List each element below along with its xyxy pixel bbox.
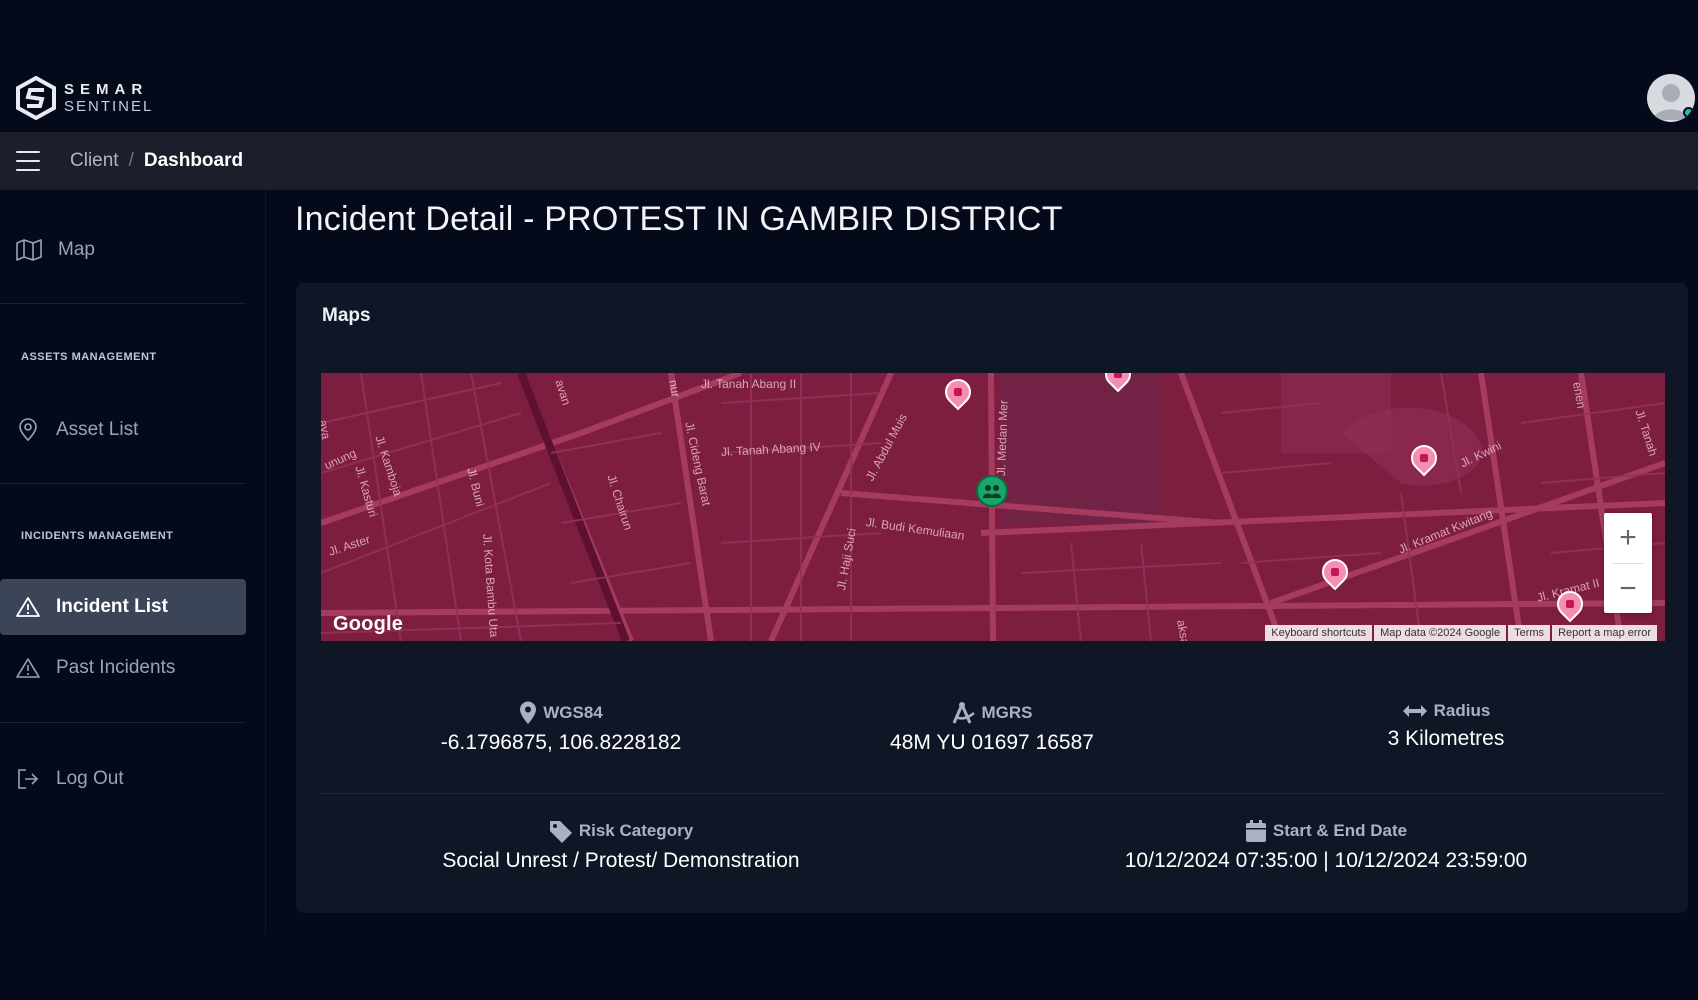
sidebar-divider [0,303,246,304]
breadcrumb-bar: Client / Dashboard [0,132,1698,190]
breadcrumb-client[interactable]: Client [70,150,119,172]
sidebar-item-label: Log Out [56,768,124,789]
logout-icon [18,769,39,789]
mgrs-value: 48M YU 01697 16587 [890,731,1094,754]
warning-icon [16,597,40,617]
breadcrumb-separator: / [128,150,134,171]
wgs84-label: WGS84 [543,703,603,722]
sidebar-item-incident-list[interactable]: Incident List [0,579,246,635]
radius-info: Radius 3 Kilometres [1241,701,1651,751]
calendar-icon [1245,820,1266,842]
date-range-label: Start & End Date [1272,821,1408,840]
map-attribution: Keyboard shortcuts Map data ©2024 Google… [1265,625,1657,641]
sidebar-divider [0,483,246,484]
page-title: Incident Detail - PROTEST IN GAMBIR DIST… [295,200,1063,238]
protest-group-icon [983,485,1001,498]
street-label: Jl. Tanah Abang II [701,377,797,391]
keyboard-shortcuts-link[interactable]: Keyboard shortcuts [1265,625,1373,641]
wgs84-info: WGS84 -6.1796875, 106.8228182 [356,701,766,755]
risk-category-info: Risk Category Social Unrest / Protest/ D… [396,819,846,873]
map-data-label: Map data ©2024 Google [1374,625,1507,641]
breadcrumb: Client / Dashboard [70,150,243,172]
breadcrumb-dashboard: Dashboard [143,150,244,171]
sidebar-item-label: Map [58,239,95,260]
location-pin-icon [19,418,37,442]
top-bar: SEMAR SENTINEL [0,0,1698,132]
app-logo[interactable]: SEMAR SENTINEL [16,76,153,120]
radius-label: Radius [1433,701,1491,720]
risk-category-value: Social Unrest / Protest/ Demonstration [442,849,800,872]
section-assets-management: ASSETS MANAGEMENT [21,351,157,363]
logo-mark-icon [16,76,56,120]
online-status-icon [1683,107,1694,118]
compass-drafting-icon [952,702,975,724]
location-pin-icon [520,701,537,724]
date-range-value: 10/12/2024 07:35:00 | 10/12/2024 23:59:0… [1124,849,1528,872]
sidebar-item-label: Asset List [56,419,139,440]
date-range-info: Start & End Date 10/12/2024 07:35:00 | 1… [1076,819,1576,873]
incident-marker-icon[interactable] [976,475,1008,507]
sidebar-item-label: Incident List [56,596,168,617]
card-title: Maps [322,305,371,326]
user-avatar[interactable] [1647,74,1695,122]
map-background [321,373,1665,641]
arrows-left-right-icon [1402,705,1427,717]
zoom-out-button[interactable]: − [1604,564,1652,613]
sidebar-item-label: Past Incidents [56,657,176,678]
risk-category-label: Risk Category [578,821,694,840]
details-divider [321,793,1665,794]
menu-toggle-icon[interactable] [16,151,40,171]
section-incidents-management: INCIDENTS MANAGEMENT [21,530,174,542]
zoom-in-button[interactable]: + [1604,513,1652,563]
incident-map[interactable]: Jl. Tanah Abang II Jl. Tanah Abang IV Jl… [321,373,1665,641]
wgs84-value: -6.1796875, 106.8228182 [440,731,682,754]
map-icon [16,239,42,261]
logo-title: SEMAR [64,81,149,98]
sidebar-item-map[interactable]: Map [0,222,246,278]
terms-link[interactable]: Terms [1508,625,1551,641]
map-zoom-control: + − [1604,513,1652,613]
logo-subtitle: SENTINEL [64,98,154,115]
radius-value: 3 Kilometres [1387,727,1505,750]
sidebar-item-asset-list[interactable]: Asset List [0,402,246,458]
mgrs-label: MGRS [981,703,1033,722]
mgrs-info: MGRS 48M YU 01697 16587 [787,701,1197,755]
sidebar-item-logout[interactable]: Log Out [0,751,246,807]
incident-detail-card: Maps Jl. Tanah Abang II Jl. Tanah Abang … [296,283,1688,913]
sidebar: Map ASSETS MANAGEMENT Asset List INCIDEN… [0,190,266,935]
google-logo: Google [333,613,404,635]
street-label: Jl. Medan Mer [994,399,1011,477]
sidebar-divider [0,722,246,723]
warning-icon [16,658,40,678]
report-map-error-link[interactable]: Report a map error [1552,625,1657,641]
street-label: nur [666,378,683,399]
sidebar-item-past-incidents[interactable]: Past Incidents [0,640,246,696]
tag-icon [549,821,572,843]
